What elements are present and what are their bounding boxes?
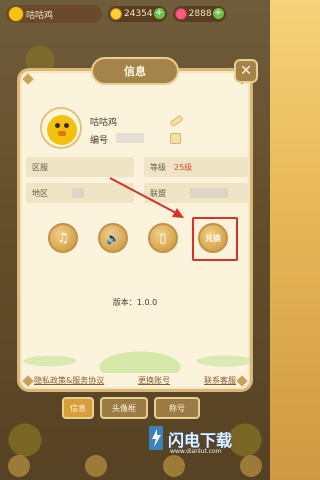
version-text: 版本：1.0.0 xyxy=(112,298,158,307)
coin-icon xyxy=(110,8,122,20)
dialog-tabs: 信息 头像框 称号 xyxy=(62,397,200,419)
player-chip[interactable]: 咕咕鸡 xyxy=(6,5,102,23)
alliance-label: 联盟 xyxy=(150,188,166,198)
player-name: 咕咕鸡 xyxy=(26,10,54,21)
footer-links: 隐私政策&服务协议 更换账号 联系客服 xyxy=(20,375,250,386)
decor-figure xyxy=(8,455,30,477)
bottom-decor xyxy=(8,455,262,477)
decor-figure xyxy=(85,455,108,477)
vibrate-icon: ▯ xyxy=(159,230,167,246)
music-toggle-button[interactable]: ♫ xyxy=(48,223,78,253)
speaker-icon: 🔊 xyxy=(106,231,120,245)
alliance-value-redacted xyxy=(190,188,228,198)
area-label: 地区 xyxy=(32,188,48,198)
level-value: 25级 xyxy=(174,162,193,172)
eye xyxy=(64,123,69,128)
vibration-toggle-button[interactable]: ▯ xyxy=(148,223,178,253)
mini-avatar xyxy=(8,6,24,22)
player-name-text: 咕咕鸡 xyxy=(90,118,118,128)
level-row: 等级 25级 xyxy=(144,157,248,177)
region-label: 区服 xyxy=(32,162,48,172)
coin-amount: 24354 xyxy=(124,9,153,19)
area-row: 地区 xyxy=(26,183,134,203)
decorative-bushes xyxy=(20,321,250,373)
highlight-annotation xyxy=(192,217,238,261)
watermark-logo-icon xyxy=(149,426,163,450)
music-icon: ♫ xyxy=(57,230,69,246)
id-value-redacted xyxy=(116,133,144,143)
switch-account-link[interactable]: 更换账号 xyxy=(138,375,170,386)
dialog-title: 信息 xyxy=(91,57,179,85)
contact-support-link[interactable]: 联系客服 xyxy=(204,375,236,386)
edit-name-icon[interactable] xyxy=(169,114,184,128)
region-row: 区服 xyxy=(26,157,134,177)
tab-info[interactable]: 信息 xyxy=(62,397,94,419)
eye xyxy=(55,123,60,128)
watermark-url: www.dianlut.com xyxy=(170,448,222,455)
beak xyxy=(58,131,66,136)
level-label: 等级 xyxy=(150,162,166,172)
decor-figure xyxy=(239,455,262,477)
add-coins-button[interactable]: + xyxy=(153,8,165,19)
sound-toggle-button[interactable]: 🔊 xyxy=(98,223,128,253)
id-label: 编号 xyxy=(90,136,109,146)
alliance-row: 联盟 xyxy=(144,183,248,203)
decor-figure xyxy=(162,455,185,477)
tab-title[interactable]: 称号 xyxy=(154,397,200,419)
add-gems-button[interactable]: + xyxy=(212,8,224,19)
gem-amount: 2888 xyxy=(188,9,212,19)
chick-face xyxy=(47,115,77,145)
info-dialog: 信息 ✕ 咕咕鸡 编号 区服 等级 25级 地区 联盟 ♫ 🔊 ▯ 兑换 版本：… xyxy=(17,57,258,392)
tab-avatar-frame[interactable]: 头像框 xyxy=(100,397,148,419)
corner-ornament xyxy=(22,73,34,85)
gem-counter: 2888 + xyxy=(172,6,226,22)
privacy-link[interactable]: 隐私政策&服务协议 xyxy=(34,375,104,386)
copy-id-icon[interactable] xyxy=(170,133,181,144)
close-button[interactable]: ✕ xyxy=(234,59,258,83)
avatar[interactable] xyxy=(40,107,82,149)
game-top-bar: 咕咕鸡 24354 + 2888 + xyxy=(0,0,270,28)
gem-icon xyxy=(174,8,187,20)
coin-counter: 24354 + xyxy=(108,6,167,22)
area-value-redacted xyxy=(72,188,84,198)
